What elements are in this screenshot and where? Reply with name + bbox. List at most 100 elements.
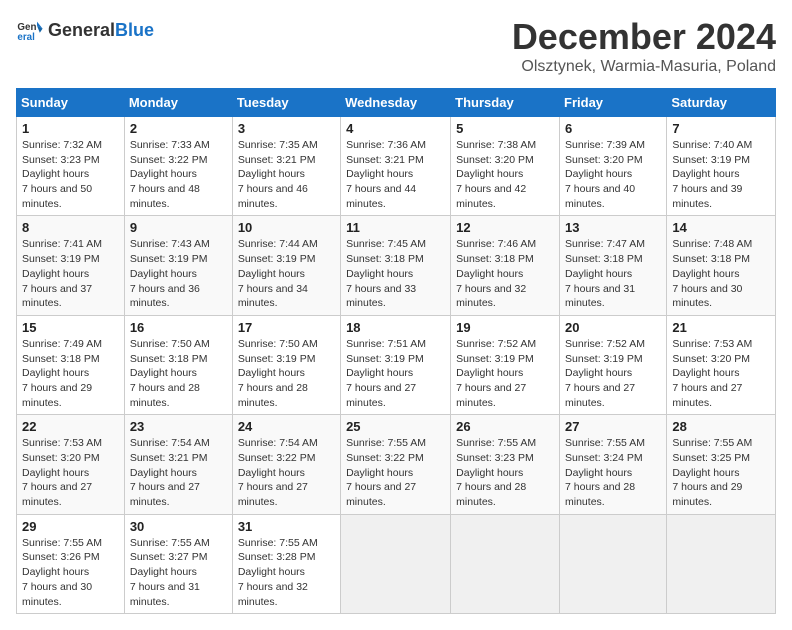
calendar-cell: 18Sunrise: 7:51 AMSunset: 3:19 PMDayligh… — [341, 315, 451, 414]
day-info: Sunrise: 7:52 AMSunset: 3:19 PMDaylight … — [565, 337, 661, 410]
day-number: 9 — [130, 220, 227, 235]
day-info: Sunrise: 7:48 AMSunset: 3:18 PMDaylight … — [672, 237, 770, 310]
day-number: 22 — [22, 419, 119, 434]
day-number: 17 — [238, 320, 335, 335]
calendar-cell: 12 Sunrise: 7:46 AMSunset: 3:18 PMDayligh… — [451, 216, 560, 315]
day-number: 25 — [346, 419, 445, 434]
day-number: 12 — [456, 220, 554, 235]
day-number: 5 — [456, 121, 554, 136]
day-info: Sunrise: 7:40 AMSunset: 3:19 PMDaylight … — [672, 138, 770, 211]
month-title: December 2024 — [512, 16, 776, 58]
calendar-cell: 1 Sunrise: 7:32 AMSunset: 3:23 PMDaylight… — [17, 117, 125, 216]
calendar-cell: 27Sunrise: 7:55 AMSunset: 3:24 PMDayligh… — [560, 415, 667, 514]
calendar-cell: 21Sunrise: 7:53 AMSunset: 3:20 PMDayligh… — [667, 315, 776, 414]
calendar-table: SundayMondayTuesdayWednesdayThursdayFrid… — [16, 88, 776, 614]
day-info: Sunrise: 7:45 AMSunset: 3:18 PMDaylight … — [346, 237, 445, 310]
calendar-cell — [560, 514, 667, 613]
calendar-cell: 15Sunrise: 7:49 AMSunset: 3:18 PMDayligh… — [17, 315, 125, 414]
day-info: Sunrise: 7:55 AMSunset: 3:26 PMDaylight … — [22, 536, 119, 609]
calendar-cell: 3Sunrise: 7:35 AMSunset: 3:21 PMDaylight… — [232, 117, 340, 216]
day-number: 10 — [238, 220, 335, 235]
weekday-header-thursday: Thursday — [451, 89, 560, 117]
calendar-cell: 5 Sunrise: 7:38 AMSunset: 3:20 PMDaylight… — [451, 117, 560, 216]
weekday-header-saturday: Saturday — [667, 89, 776, 117]
calendar-cell: 16 Sunrise: 7:50 AMSunset: 3:18 PMDayligh… — [124, 315, 232, 414]
calendar-cell: 19Sunrise: 7:52 AMSunset: 3:19 PMDayligh… — [451, 315, 560, 414]
calendar-cell: 31 Sunrise: 7:55 AMSunset: 3:28 PMDayligh… — [232, 514, 340, 613]
day-number: 31 — [238, 519, 335, 534]
calendar-cell — [667, 514, 776, 613]
day-number: 6 — [565, 121, 661, 136]
weekday-header-tuesday: Tuesday — [232, 89, 340, 117]
calendar-cell: 25Sunrise: 7:55 AMSunset: 3:22 PMDayligh… — [341, 415, 451, 514]
calendar-cell: 8 Sunrise: 7:41 AMSunset: 3:19 PMDaylight… — [17, 216, 125, 315]
calendar-cell — [341, 514, 451, 613]
day-number: 8 — [22, 220, 119, 235]
day-number: 1 — [22, 121, 119, 136]
calendar-cell: 22 Sunrise: 7:53 AMSunset: 3:20 PMDayligh… — [17, 415, 125, 514]
day-info: Sunrise: 7:55 AMSunset: 3:23 PMDaylight … — [456, 436, 554, 509]
calendar-cell: 23 Sunrise: 7:54 AMSunset: 3:21 PMDayligh… — [124, 415, 232, 514]
calendar-week-5: 29 Sunrise: 7:55 AMSunset: 3:26 PMDayligh… — [17, 514, 776, 613]
day-number: 23 — [130, 419, 227, 434]
svg-text:eral: eral — [17, 32, 35, 43]
day-number: 2 — [130, 121, 227, 136]
day-info: Sunrise: 7:38 AMSunset: 3:20 PMDaylight … — [456, 138, 554, 211]
calendar-cell: 2 Sunrise: 7:33 AMSunset: 3:22 PMDaylight… — [124, 117, 232, 216]
weekday-header-row: SundayMondayTuesdayWednesdayThursdayFrid… — [17, 89, 776, 117]
calendar-cell: 28 Sunrise: 7:55 AMSunset: 3:25 PMDayligh… — [667, 415, 776, 514]
day-info: Sunrise: 7:43 AMSunset: 3:19 PMDaylight … — [130, 237, 227, 310]
page-header: Gen eral General Blue December 2024 Olsz… — [16, 16, 776, 76]
day-number: 16 — [130, 320, 227, 335]
weekday-header-wednesday: Wednesday — [341, 89, 451, 117]
day-number: 28 — [672, 419, 770, 434]
weekday-header-monday: Monday — [124, 89, 232, 117]
day-number: 24 — [238, 419, 335, 434]
day-info: Sunrise: 7:50 AMSunset: 3:18 PMDaylight … — [130, 337, 227, 410]
day-info: Sunrise: 7:36 AMSunset: 3:21 PMDaylight … — [346, 138, 445, 211]
day-number: 30 — [130, 519, 227, 534]
day-number: 14 — [672, 220, 770, 235]
logo-text-general: General — [48, 20, 115, 41]
day-info: Sunrise: 7:53 AMSunset: 3:20 PMDaylight … — [672, 337, 770, 410]
logo: Gen eral General Blue — [16, 16, 154, 44]
calendar-cell: 30 Sunrise: 7:55 AMSunset: 3:27 PMDayligh… — [124, 514, 232, 613]
calendar-cell: 13Sunrise: 7:47 AMSunset: 3:18 PMDayligh… — [560, 216, 667, 315]
day-number: 13 — [565, 220, 661, 235]
day-info: Sunrise: 7:55 AMSunset: 3:25 PMDaylight … — [672, 436, 770, 509]
day-info: Sunrise: 7:41 AMSunset: 3:19 PMDaylight … — [22, 237, 119, 310]
calendar-week-1: 1 Sunrise: 7:32 AMSunset: 3:23 PMDaylight… — [17, 117, 776, 216]
day-info: Sunrise: 7:54 AMSunset: 3:21 PMDaylight … — [130, 436, 227, 509]
day-number: 7 — [672, 121, 770, 136]
day-info: Sunrise: 7:50 AMSunset: 3:19 PMDaylight … — [238, 337, 335, 410]
calendar-cell — [451, 514, 560, 613]
calendar-week-2: 8 Sunrise: 7:41 AMSunset: 3:19 PMDaylight… — [17, 216, 776, 315]
day-number: 15 — [22, 320, 119, 335]
calendar-cell: 11 Sunrise: 7:45 AMSunset: 3:18 PMDayligh… — [341, 216, 451, 315]
day-info: Sunrise: 7:33 AMSunset: 3:22 PMDaylight … — [130, 138, 227, 211]
day-info: Sunrise: 7:46 AMSunset: 3:18 PMDaylight … — [456, 237, 554, 310]
logo-icon: Gen eral — [16, 16, 44, 44]
calendar-cell: 26Sunrise: 7:55 AMSunset: 3:23 PMDayligh… — [451, 415, 560, 514]
weekday-header-friday: Friday — [560, 89, 667, 117]
day-number: 29 — [22, 519, 119, 534]
day-info: Sunrise: 7:55 AMSunset: 3:28 PMDaylight … — [238, 536, 335, 609]
calendar-cell: 4 Sunrise: 7:36 AMSunset: 3:21 PMDaylight… — [341, 117, 451, 216]
calendar-cell: 17 Sunrise: 7:50 AMSunset: 3:19 PMDayligh… — [232, 315, 340, 414]
day-info: Sunrise: 7:52 AMSunset: 3:19 PMDaylight … — [456, 337, 554, 410]
day-number: 4 — [346, 121, 445, 136]
calendar-cell: 9 Sunrise: 7:43 AMSunset: 3:19 PMDaylight… — [124, 216, 232, 315]
calendar-cell: 14 Sunrise: 7:48 AMSunset: 3:18 PMDayligh… — [667, 216, 776, 315]
calendar-cell: 20 Sunrise: 7:52 AMSunset: 3:19 PMDayligh… — [560, 315, 667, 414]
day-info: Sunrise: 7:53 AMSunset: 3:20 PMDaylight … — [22, 436, 119, 509]
calendar-title-area: December 2024 Olsztynek, Warmia-Masuria,… — [512, 16, 776, 76]
day-info: Sunrise: 7:44 AMSunset: 3:19 PMDaylight … — [238, 237, 335, 310]
day-info: Sunrise: 7:55 AMSunset: 3:27 PMDaylight … — [130, 536, 227, 609]
day-number: 11 — [346, 220, 445, 235]
calendar-week-4: 22 Sunrise: 7:53 AMSunset: 3:20 PMDayligh… — [17, 415, 776, 514]
day-info: Sunrise: 7:51 AMSunset: 3:19 PMDaylight … — [346, 337, 445, 410]
day-info: Sunrise: 7:32 AMSunset: 3:23 PMDaylight … — [22, 138, 119, 211]
calendar-cell: 10 Sunrise: 7:44 AMSunset: 3:19 PMDayligh… — [232, 216, 340, 315]
day-number: 20 — [565, 320, 661, 335]
calendar-cell: 7 Sunrise: 7:40 AMSunset: 3:19 PMDaylight… — [667, 117, 776, 216]
